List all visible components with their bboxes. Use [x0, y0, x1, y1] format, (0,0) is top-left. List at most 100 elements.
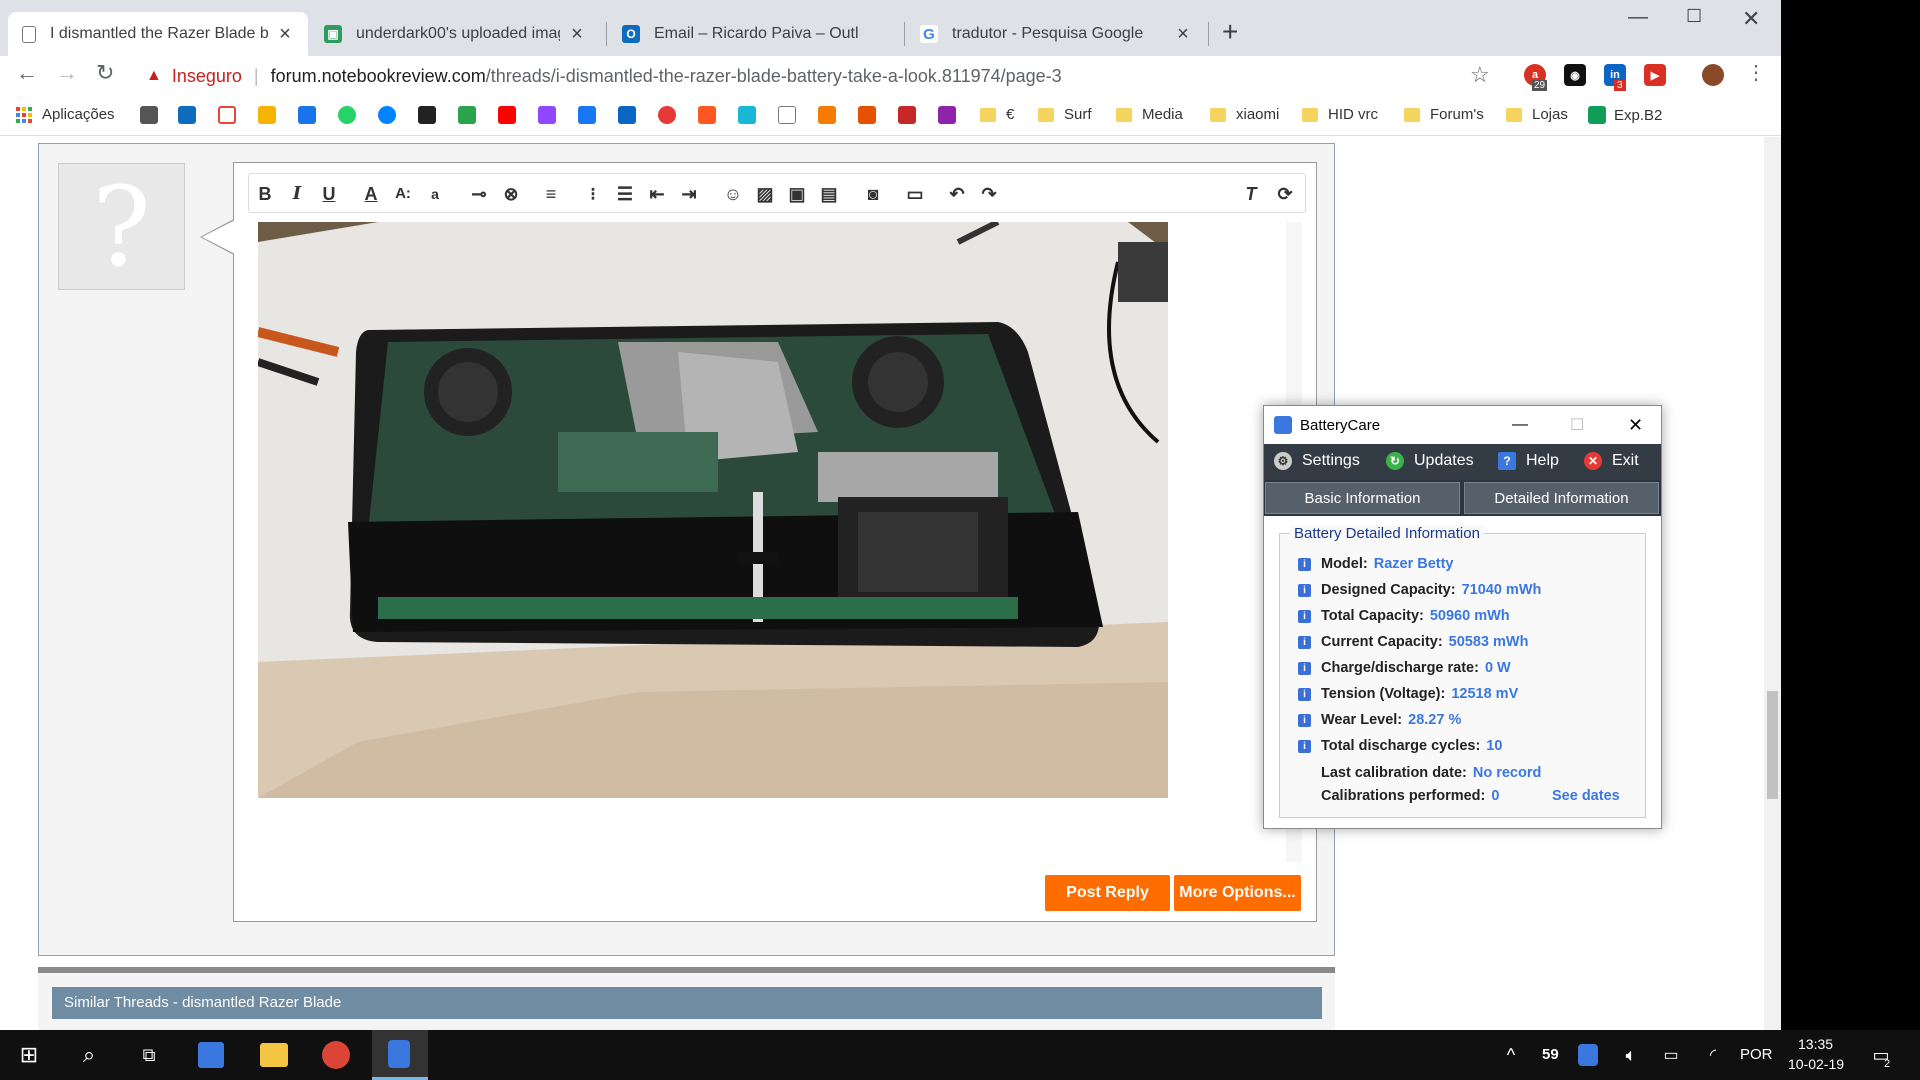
network-icon[interactable]: ◜: [1698, 1040, 1728, 1070]
bookmark-folder-euro[interactable]: €: [980, 106, 1014, 123]
menu-kebab-icon[interactable]: ⋮: [1746, 60, 1766, 85]
bookmark-icon[interactable]: [140, 106, 158, 124]
help-button[interactable]: ? Help: [1498, 452, 1559, 470]
whatsapp-bookmark-icon[interactable]: [338, 106, 356, 124]
address-bar[interactable]: ▲ Inseguro | forum.notebookreview.com/th…: [140, 58, 1490, 94]
bookmark-folder-lojas[interactable]: Lojas: [1506, 106, 1568, 123]
camera-icon[interactable]: ◙: [861, 182, 885, 206]
numbered-list-icon[interactable]: ☰: [613, 182, 637, 206]
file-explorer-icon[interactable]: [260, 1043, 288, 1067]
clock-date[interactable]: 10-02-19: [1788, 1056, 1844, 1072]
bookmark-icon[interactable]: [298, 106, 316, 124]
extension-icon[interactable]: ▶: [1644, 64, 1666, 86]
bookmark-exp-b2[interactable]: Exp.B2: [1588, 106, 1662, 124]
outdent-icon[interactable]: ⇤: [645, 182, 669, 206]
forward-icon[interactable]: →: [56, 60, 78, 86]
quote-icon[interactable]: ▤: [817, 182, 841, 206]
image-icon[interactable]: ▨: [753, 182, 777, 206]
volume-icon[interactable]: 🔈︎: [1616, 1040, 1646, 1070]
messenger-bookmark-icon[interactable]: [378, 106, 396, 124]
post-reply-button[interactable]: Post Reply: [1045, 875, 1170, 911]
close-icon[interactable]: ×: [276, 23, 294, 46]
document-bookmark-icon[interactable]: [778, 106, 796, 124]
bookmark-icon[interactable]: [938, 106, 956, 124]
extension-icon[interactable]: ◉: [1564, 64, 1586, 86]
notifications-icon[interactable]: ▭: [1866, 1040, 1896, 1070]
clock-time[interactable]: 13:35: [1798, 1036, 1833, 1052]
bookmark-folder-hid-vrc[interactable]: HID vrc: [1302, 106, 1378, 123]
windows-start-icon[interactable]: ⊞: [14, 1040, 44, 1070]
bookmark-icon[interactable]: [458, 106, 476, 124]
twitch-bookmark-icon[interactable]: [538, 106, 556, 124]
battery-tray-icon[interactable]: [1578, 1044, 1598, 1066]
reload-icon[interactable]: ↻: [96, 60, 114, 86]
remove-format-icon[interactable]: T: [1239, 182, 1263, 206]
scrollbar-thumb[interactable]: [1767, 691, 1778, 799]
tab-detailed-information[interactable]: Detailed Information: [1464, 482, 1659, 514]
tray-expand-icon[interactable]: ^: [1496, 1040, 1526, 1070]
maximize-icon[interactable]: ☐: [1570, 415, 1584, 435]
smiley-icon[interactable]: ☺: [721, 182, 745, 206]
back-icon[interactable]: ←: [16, 60, 38, 86]
close-icon[interactable]: ✕: [1628, 415, 1643, 436]
gmail-bookmark-icon[interactable]: [218, 106, 236, 124]
security-label[interactable]: Inseguro: [172, 66, 242, 87]
tab-outlook[interactable]: O Email – Ricardo Paiva – Outlook ×: [608, 12, 898, 56]
indent-icon[interactable]: ⇥: [677, 182, 701, 206]
heart-bookmark-icon[interactable]: [658, 106, 676, 124]
chrome-icon[interactable]: [322, 1041, 350, 1069]
bookmark-folder-media[interactable]: Media: [1116, 106, 1183, 123]
facebook-bookmark-icon[interactable]: [578, 106, 596, 124]
close-icon[interactable]: ×: [1174, 23, 1192, 46]
bookmark-icon[interactable]: [738, 106, 756, 124]
bookmark-star-icon[interactable]: ☆: [1470, 62, 1490, 88]
close-window-icon[interactable]: ✕: [1742, 6, 1760, 32]
search-icon[interactable]: ⌕: [74, 1040, 104, 1070]
align-icon[interactable]: ≡: [539, 182, 563, 206]
bookmark-apps[interactable]: Aplicações: [16, 106, 115, 123]
link-icon[interactable]: ⊸: [467, 182, 491, 206]
toggle-bbcode-icon[interactable]: ⟳: [1273, 182, 1297, 206]
underline-icon[interactable]: U: [317, 182, 341, 206]
tab-google[interactable]: G tradutor - Pesquisa Google ×: [906, 12, 1206, 56]
close-icon[interactable]: ×: [568, 23, 586, 46]
bold-icon[interactable]: B: [253, 182, 277, 206]
battery-status-icon[interactable]: ▭: [1656, 1040, 1686, 1070]
italic-icon[interactable]: I: [285, 182, 309, 206]
font-family-icon[interactable]: a: [423, 182, 447, 206]
exit-button[interactable]: ✕ Exit: [1584, 452, 1639, 470]
tray-counter[interactable]: 59: [1542, 1046, 1559, 1063]
bookmark-icon[interactable]: [698, 106, 716, 124]
bookmark-folder-xiaomi[interactable]: xiaomi: [1210, 106, 1279, 123]
bookmark-icon[interactable]: [258, 106, 276, 124]
profile-avatar[interactable]: [1702, 64, 1724, 86]
text-color-icon[interactable]: A: [359, 182, 383, 206]
bookmark-icon[interactable]: [818, 106, 836, 124]
tab-razer-thread[interactable]: I dismantled the Razer Blade batt ×: [8, 12, 308, 56]
unlink-icon[interactable]: ⊗: [499, 182, 523, 206]
save-draft-icon[interactable]: ▭: [903, 182, 927, 206]
batterycare-taskbar-button[interactable]: [372, 1030, 428, 1080]
minimize-icon[interactable]: —: [1512, 416, 1528, 434]
tab-basic-information[interactable]: Basic Information: [1265, 482, 1460, 514]
bookmark-icon[interactable]: [898, 106, 916, 124]
outlook-bookmark-icon[interactable]: [178, 106, 196, 124]
bookmark-folder-forums[interactable]: Forum's: [1404, 106, 1484, 123]
more-options-button[interactable]: More Options...: [1174, 875, 1301, 911]
undo-icon[interactable]: ↶: [945, 182, 969, 206]
language-indicator[interactable]: POR: [1740, 1046, 1773, 1063]
tab-uploaded-images[interactable]: ▣ underdark00's uploaded images ×: [310, 12, 600, 56]
media-icon[interactable]: ▣: [785, 182, 809, 206]
new-tab-button[interactable]: +: [1222, 16, 1238, 48]
youtube-bookmark-icon[interactable]: [498, 106, 516, 124]
minimize-icon[interactable]: —: [1628, 6, 1648, 29]
bookmark-folder-surf[interactable]: Surf: [1038, 106, 1092, 123]
see-dates-link[interactable]: See dates: [1552, 788, 1620, 804]
bookmark-icon[interactable]: [858, 106, 876, 124]
updates-button[interactable]: ↻ Updates: [1386, 452, 1474, 470]
redo-icon[interactable]: ↷: [977, 182, 1001, 206]
bullet-list-icon[interactable]: ⁝: [581, 182, 605, 206]
linkedin-bookmark-icon[interactable]: [618, 106, 636, 124]
task-view-icon[interactable]: ⧉: [134, 1040, 164, 1070]
app-icon[interactable]: [198, 1042, 224, 1068]
